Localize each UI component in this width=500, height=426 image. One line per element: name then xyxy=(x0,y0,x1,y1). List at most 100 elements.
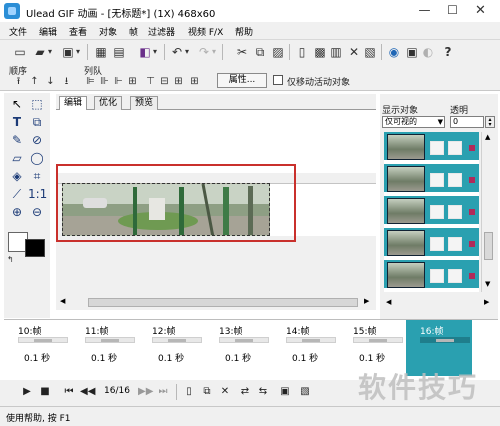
play-icon[interactable]: ▶ xyxy=(20,385,34,399)
object-list[interactable] xyxy=(384,132,479,292)
add-frame-icon[interactable]: ▯ xyxy=(182,385,196,399)
menu-view[interactable]: 查看 xyxy=(69,25,87,38)
lock-toggle[interactable] xyxy=(448,205,462,219)
cut-icon[interactable]: ✂ xyxy=(234,44,250,60)
grid-icon[interactable]: ⊞ xyxy=(172,75,185,88)
scroll-left-icon[interactable]: ◀ xyxy=(60,297,65,305)
undo-dropdown-icon[interactable]: ▾ xyxy=(183,44,191,60)
save-dropdown-icon[interactable]: ▾ xyxy=(74,44,82,60)
lock-toggle[interactable] xyxy=(448,173,462,187)
lock-toggle[interactable] xyxy=(448,237,462,251)
delete-frame-icon[interactable]: ✕ xyxy=(218,385,232,399)
browser-preview-icon[interactable]: ◉ xyxy=(386,44,402,60)
list-item[interactable] xyxy=(384,260,479,290)
menu-frame[interactable]: 帧 xyxy=(129,25,138,38)
export-frames-icon[interactable]: ▧ xyxy=(298,385,312,399)
crop-tool-icon[interactable]: ⧉ xyxy=(28,113,46,131)
stop-icon[interactable]: ■ xyxy=(38,385,52,399)
frame-item[interactable]: 11:帧 0.1 秒 xyxy=(71,320,137,376)
maximize-button[interactable]: ☐ xyxy=(439,1,466,20)
marquee-tool-icon[interactable]: ⬚ xyxy=(28,95,46,113)
canvas-area[interactable]: ◀ ▶ xyxy=(56,111,376,310)
transform-tool-icon[interactable]: ⌗ xyxy=(28,167,46,185)
background-color-swatch[interactable] xyxy=(25,239,45,257)
delete-icon[interactable]: ✕ xyxy=(346,44,362,60)
last-frame-icon[interactable]: ⏭ xyxy=(156,385,170,399)
visibility-toggle[interactable] xyxy=(430,205,444,219)
tab-optimize[interactable]: 优化 xyxy=(94,96,123,110)
panel-horizontal-scrollbar[interactable]: ◀ ▶ xyxy=(384,298,495,310)
menu-video-fx[interactable]: 视频 F/X xyxy=(188,25,223,38)
next-frame-icon[interactable]: ▶▶ xyxy=(138,385,153,399)
menu-object[interactable]: 对象 xyxy=(99,25,117,38)
eraser-tool-icon[interactable]: ▱ xyxy=(8,149,26,167)
align-left-icon[interactable]: ⊫ xyxy=(84,75,97,88)
scroll-up-icon[interactable]: ▲ xyxy=(485,133,490,141)
list-item[interactable] xyxy=(384,196,479,226)
first-frame-icon[interactable]: ⏮ xyxy=(62,385,76,399)
zoom-in-tool-icon[interactable]: ⊕ xyxy=(8,203,26,221)
zoom-out-tool-icon[interactable]: ⊖ xyxy=(28,203,46,221)
pointer-tool-icon[interactable]: ↖ xyxy=(8,95,26,113)
menu-file[interactable]: 文件 xyxy=(9,25,27,38)
object-list-scrollbar[interactable]: ▲ ▼ xyxy=(481,132,495,292)
visibility-toggle[interactable] xyxy=(430,141,444,155)
frame-properties-icon[interactable]: ▣ xyxy=(278,385,292,399)
lasso-tool-icon[interactable]: ⊘ xyxy=(28,131,46,149)
frame-item[interactable]: 14:帧 0.1 秒 xyxy=(272,320,338,376)
send-to-back-icon[interactable]: ⭳ xyxy=(60,75,73,88)
tab-edit[interactable]: 编辑 xyxy=(59,96,88,110)
align-right-icon[interactable]: ⊩ xyxy=(112,75,125,88)
lock-toggle[interactable] xyxy=(448,269,462,283)
bring-forward-icon[interactable]: ↑ xyxy=(28,75,41,88)
send-backward-icon[interactable]: ↓ xyxy=(44,75,57,88)
distribute-icon[interactable]: ⊞ xyxy=(126,75,139,88)
scroll-right-icon[interactable]: ▶ xyxy=(484,298,489,306)
new-file-icon[interactable]: ▭ xyxy=(12,44,28,60)
copy-icon[interactable]: ⧉ xyxy=(252,44,268,60)
align-middle-icon[interactable]: ⊟ xyxy=(158,75,171,88)
list-item[interactable] xyxy=(384,132,479,162)
bring-to-front-icon[interactable]: ⭱ xyxy=(12,75,25,88)
properties-button[interactable]: 属性... xyxy=(217,73,267,88)
ellipse-tool-icon[interactable]: ◯ xyxy=(28,149,46,167)
menu-edit[interactable]: 编辑 xyxy=(39,25,57,38)
scroll-left-icon[interactable]: ◀ xyxy=(386,298,391,306)
add-image-icon[interactable]: ▦ xyxy=(93,44,109,60)
list-item[interactable] xyxy=(384,164,479,194)
optimize-icon[interactable]: ◐ xyxy=(420,44,436,60)
align-top-icon[interactable]: ⊤ xyxy=(144,75,157,88)
scroll-down-icon[interactable]: ▼ xyxy=(485,280,490,288)
scroll-right-icon[interactable]: ▶ xyxy=(364,297,369,305)
tab-preview[interactable]: 预览 xyxy=(130,96,159,110)
tween-icon[interactable]: ⇄ xyxy=(238,385,252,399)
preview-icon[interactable]: ▣ xyxy=(404,44,420,60)
show-objects-select[interactable]: 仅可视的 ▼ xyxy=(382,116,445,128)
reverse-frames-icon[interactable]: ⇆ xyxy=(256,385,270,399)
close-button[interactable]: ✕ xyxy=(467,1,494,20)
export-icon[interactable]: ▧ xyxy=(362,44,378,60)
add-frame-icon[interactable]: ▤ xyxy=(111,44,127,60)
align-center-icon[interactable]: ⊪ xyxy=(98,75,111,88)
frame-item[interactable]: 10:帧 0.1 秒 xyxy=(4,320,70,376)
align-grid-icon[interactable]: ⊞ xyxy=(188,75,201,88)
frame-properties-icon[interactable]: ▩ xyxy=(312,44,328,60)
lock-toggle[interactable] xyxy=(448,141,462,155)
scroll-thumb[interactable] xyxy=(88,298,358,307)
frame-item[interactable]: 13:帧 0.1 秒 xyxy=(205,320,271,376)
menu-help[interactable]: 帮助 xyxy=(235,25,253,38)
help-icon[interactable]: ? xyxy=(440,44,456,60)
eyedropper-tool-icon[interactable]: ⟋ xyxy=(8,185,26,203)
visibility-toggle[interactable] xyxy=(430,269,444,283)
opacity-input[interactable]: 0 xyxy=(450,116,484,128)
layout-icon[interactable]: ▥ xyxy=(328,44,344,60)
scroll-thumb[interactable] xyxy=(484,232,493,260)
menu-filter[interactable]: 过滤器 xyxy=(148,25,175,38)
actual-size-tool-icon[interactable]: 1:1 xyxy=(28,185,47,203)
fill-tool-icon[interactable]: ◈ xyxy=(8,167,26,185)
visibility-toggle[interactable] xyxy=(430,237,444,251)
previous-frame-icon[interactable]: ◀◀ xyxy=(80,385,95,399)
move-active-only-checkbox[interactable] xyxy=(273,75,283,85)
effect-dropdown-icon[interactable]: ▾ xyxy=(151,44,159,60)
swap-colors-icon[interactable]: ↰ xyxy=(7,255,14,264)
